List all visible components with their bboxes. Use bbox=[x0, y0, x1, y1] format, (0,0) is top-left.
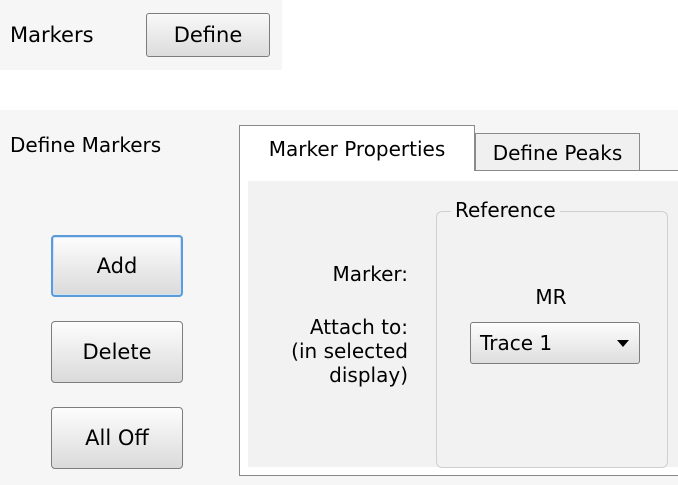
attach-to-trace-select[interactable]: Trace 1 bbox=[470, 322, 640, 364]
attach-to-line-1: Attach to: bbox=[309, 315, 408, 339]
define-button[interactable]: Define bbox=[146, 13, 270, 57]
marker-label: Marker: bbox=[332, 262, 408, 286]
trace-select-value: Trace 1 bbox=[480, 331, 553, 355]
define-markers-dialog: Markers Define Define Markers Add Delete… bbox=[0, 0, 678, 485]
define-markers-panel: Define Markers Add Delete All Off Marker… bbox=[0, 110, 678, 485]
tab-define-peaks[interactable]: Define Peaks bbox=[475, 133, 640, 171]
attach-to-line-2: (in selected bbox=[291, 339, 408, 363]
reference-marker-name: MR bbox=[535, 285, 567, 309]
chevron-down-icon bbox=[617, 340, 629, 347]
add-marker-button[interactable]: Add bbox=[51, 235, 183, 297]
reference-group-title: Reference bbox=[451, 197, 560, 223]
delete-marker-button[interactable]: Delete bbox=[51, 321, 183, 383]
define-markers-title: Define Markers bbox=[10, 133, 162, 157]
reference-group: Reference MR Trace 1 bbox=[436, 197, 668, 468]
all-off-button[interactable]: All Off bbox=[51, 407, 183, 469]
markers-toolbar: Markers Define bbox=[0, 0, 282, 70]
tab-panel-content: Marker: Attach to: (in selected display)… bbox=[248, 181, 678, 468]
markers-label: Markers bbox=[10, 23, 94, 47]
marker-properties-tab-panel: Marker: Attach to: (in selected display)… bbox=[239, 170, 678, 476]
attach-to-line-3: display) bbox=[329, 363, 408, 387]
attach-to-label: Attach to: (in selected display) bbox=[248, 315, 408, 387]
tab-marker-properties[interactable]: Marker Properties bbox=[239, 125, 475, 171]
